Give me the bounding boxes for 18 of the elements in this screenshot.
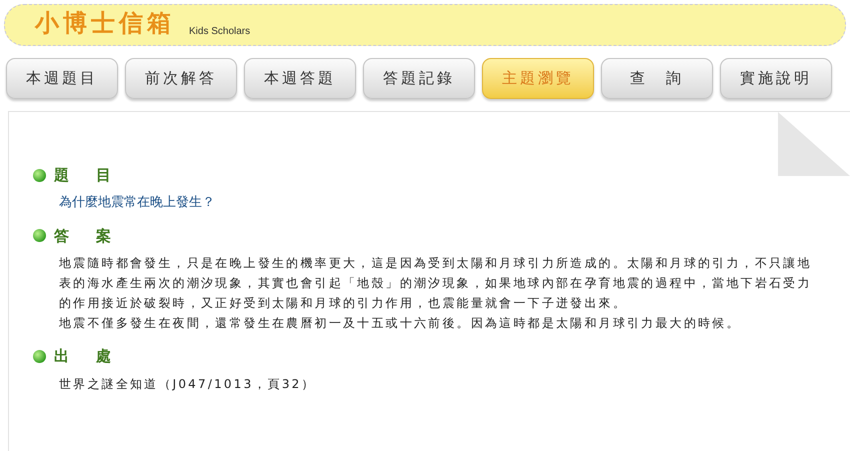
nav-tab[interactable]: 前次解答 <box>125 58 237 99</box>
nav-tab[interactable]: 實施說明 <box>720 58 832 99</box>
section-heading: 題 目 <box>54 165 117 186</box>
nav-tab[interactable]: 查 詢 <box>601 58 713 99</box>
body-text: 地震隨時都會發生，只是在晚上發生的機率更大，這是因為受到太陽和月球引力所造成的。太陽和月球的引力，不只讓地表的海水產生兩次的潮汐現象，其實也會引起「地殼」的潮汐現象，如果地球內部在孕育地震的過程中，當地下岩石受力的作用接近於破裂時，又正好受到太陽和月球的引力作用，也震能量就會一下子迸發出來。 <box>59 255 813 312</box>
bullet-ball-icon <box>33 229 46 242</box>
nav-tab[interactable]: 本週題目 <box>6 58 118 99</box>
section-heading: 出 處 <box>54 346 117 367</box>
bullet-ball-icon <box>33 350 46 363</box>
section-heading: 答 案 <box>54 226 117 246</box>
question-text: 為什麼地震常在晚上發生？ <box>59 194 216 212</box>
body-text: 世界之謎全知道（J047/1013，頁32） <box>59 376 317 392</box>
nav-tab[interactable]: 本週答題 <box>244 58 356 99</box>
site-logo: 小博士信箱 <box>35 8 175 38</box>
site-subtitle: Kids Scholars <box>189 25 250 39</box>
bullet-ball-icon <box>33 168 46 182</box>
nav-tab[interactable]: 答題記錄 <box>363 58 475 99</box>
body-text: 地震不僅多發生在夜間，還常發生在農曆初一及十五或十六前後。因為這時都是太陽和月球引力最大的時候。 <box>59 315 742 332</box>
